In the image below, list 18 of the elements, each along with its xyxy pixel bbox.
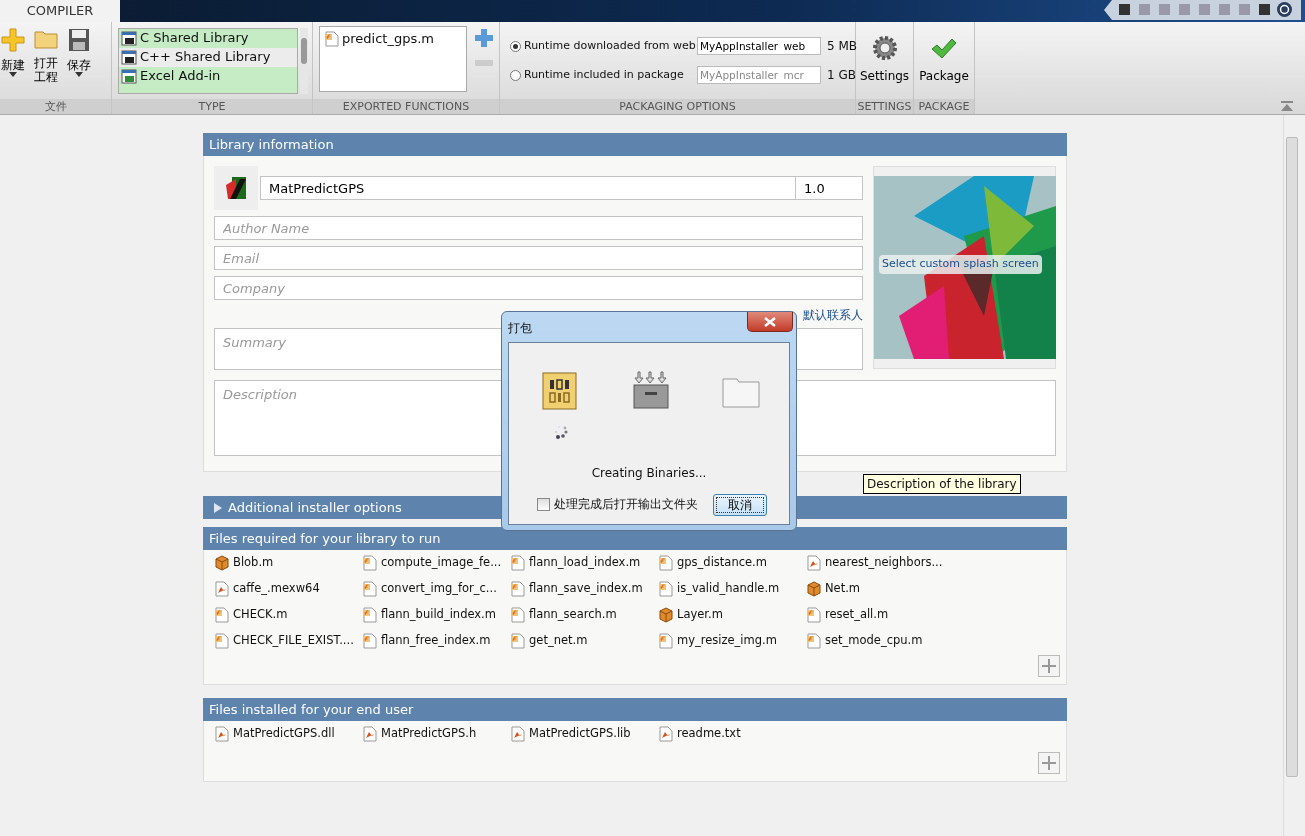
section-label: 文件: [0, 99, 111, 114]
section-label: SETTINGS: [856, 99, 913, 114]
section-label: TYPE: [112, 99, 312, 114]
checkbox-label: 处理完成后打开输出文件夹: [554, 496, 698, 513]
section-label: PACKAGING OPTIONS: [500, 99, 855, 114]
status-text: Creating Binaries...: [590, 465, 708, 482]
splash-label: Select custom splash screen: [879, 255, 1042, 274]
panel-header: Library information: [203, 133, 1067, 156]
panel-header: Files required for your library to run: [203, 527, 1067, 550]
radio-label: Runtime included in package: [524, 66, 685, 83]
radio-label: Runtime downloaded from web: [524, 37, 694, 54]
tooltip: Description of the library: [863, 474, 1021, 494]
size-label: 5 MB: [827, 38, 858, 55]
panel-header: Files installed for your end user: [203, 698, 1067, 721]
section-label: PACKAGE: [914, 99, 974, 114]
dialog-title: 打包: [508, 320, 532, 337]
size-label: 1 GB: [827, 67, 856, 84]
section-label: EXPORTED FUNCTIONS: [313, 99, 499, 114]
